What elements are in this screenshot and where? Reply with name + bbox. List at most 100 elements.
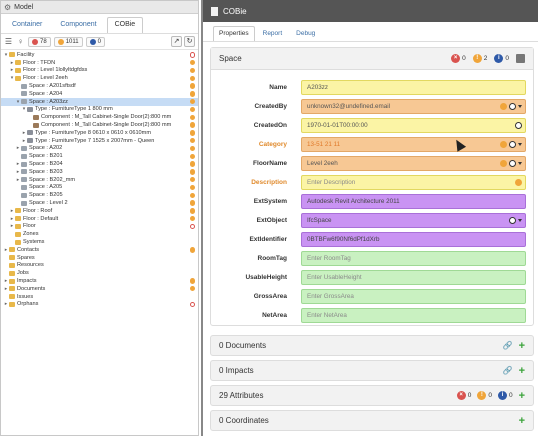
chevron-down-icon[interactable] (518, 142, 522, 146)
tab-properties[interactable]: Properties (213, 26, 255, 41)
coordinates-section[interactable]: 0 Coordinates + (210, 410, 534, 431)
tree-item-label: Floor : Level 1lollyltdgfdss (23, 67, 88, 74)
tab-report[interactable]: Report (257, 26, 289, 41)
lookup-icon[interactable] (509, 159, 516, 167)
tree-item[interactable]: ▸ Floor (1, 223, 198, 231)
field-input[interactable]: Enter UsableHeight (301, 269, 526, 285)
tree-item[interactable]: Systems (1, 238, 198, 246)
add-impact-button[interactable]: + (519, 365, 525, 376)
link-icon[interactable]: 🔗 (503, 366, 513, 375)
tree-item[interactable]: Space : Level 2 (1, 199, 198, 207)
tree-item[interactable]: ▸ Floor : Roof (1, 207, 198, 215)
tree-item[interactable]: ▾ Type : FurnitureType 1 800 mm (1, 106, 198, 114)
attributes-warning-badge: ! 0 (477, 391, 492, 400)
tree-item[interactable]: Resources (1, 262, 198, 270)
add-attribute-button[interactable]: + (519, 390, 525, 401)
tree-item[interactable]: Jobs (1, 269, 198, 277)
warning-filter[interactable]: 1011 (53, 36, 83, 47)
tree-item[interactable]: Component : M_Tall Cabinet-Single Door(2… (1, 121, 198, 129)
tab-cobie[interactable]: COBie (106, 17, 144, 33)
share-button[interactable]: ↗ (171, 36, 182, 47)
field-input[interactable]: IfcSpace (301, 212, 526, 228)
tree-item[interactable]: ▸ Documents (1, 285, 198, 293)
tree-item[interactable]: ▸ Impacts (1, 277, 198, 285)
documents-label: 0 Documents (219, 341, 267, 350)
field-input[interactable]: 1970-01-01T00:00:00 (301, 117, 526, 133)
field-input[interactable]: Enter Description (301, 174, 526, 190)
folder-icon (9, 286, 15, 292)
field-row: GrossArea Enter GrossArea (211, 287, 535, 305)
tree-item[interactable]: ▸ Type : FurnitureType 8 0610 x 0610 x 06… (1, 129, 198, 137)
impacts-section[interactable]: 0 Impacts 🔗 + (210, 360, 534, 381)
add-document-button[interactable]: + (519, 340, 525, 351)
field-input[interactable]: 0BTBFw6f90Nf6dPf1dXrb (301, 231, 526, 247)
type-icon (27, 138, 33, 144)
field-input[interactable]: unknown32@undefined.email (301, 98, 526, 114)
tree-item[interactable]: Space : B201 (1, 152, 198, 160)
tree-item[interactable]: Component : M_Tall Cabinet-Single Door(2… (1, 113, 198, 121)
link-icon[interactable]: 🔗 (503, 341, 513, 350)
chevron-down-icon[interactable] (518, 161, 522, 165)
tree-item[interactable]: Spares (1, 254, 198, 262)
tree-item[interactable]: Space : A201sftsdf (1, 82, 198, 90)
tree-item[interactable]: ▸ Space : B203 (1, 168, 198, 176)
tree-item[interactable]: ▸ Floor : Default (1, 215, 198, 223)
lookup-icon[interactable] (515, 121, 522, 129)
tree-item[interactable]: ▸ Floor : TFDN (1, 59, 198, 67)
warning-icon (189, 153, 195, 159)
tree-item[interactable]: ▾ Facility (1, 51, 198, 59)
space-card-header[interactable]: Space × 0 ! 2 i 0 (211, 48, 533, 70)
field-input[interactable]: A203zz (301, 79, 526, 95)
tree-item[interactable]: ▸ Space : B204 (1, 160, 198, 168)
field-input[interactable]: Enter RoomTag (301, 250, 526, 266)
info-filter[interactable]: 0 (85, 36, 105, 47)
tab-component[interactable]: Component (52, 17, 104, 33)
field-label: RoomTag (257, 254, 288, 262)
warning-icon (189, 169, 195, 175)
tree-item-label: Space : A204 (29, 90, 63, 97)
tree-item[interactable]: ▸ Type : FurnitureType 7 1525 x 2007mm - … (1, 137, 198, 145)
field-input[interactable]: Autodesk Revit Architecture 2011 (301, 193, 526, 209)
add-coordinate-button[interactable]: + (519, 415, 525, 426)
tree-item[interactable]: ▸ Contacts (1, 246, 198, 254)
tree-item-label: Space : A202 (29, 145, 63, 152)
field-input[interactable]: Enter GrossArea (301, 288, 526, 304)
tree-item[interactable]: ▸ Floor : Level 1lollyltdgfdss (1, 67, 198, 75)
error-filter[interactable]: 78 (28, 36, 51, 47)
space-warning-badge: ! 2 (472, 54, 487, 63)
tree-item[interactable]: Space : A204 (1, 90, 198, 98)
field-row: ExtObject IfcSpace (211, 211, 535, 229)
lookup-icon[interactable] (509, 102, 516, 110)
tree-item[interactable]: ▾ Floor : Level 2eeh (1, 74, 198, 82)
tree-item[interactable]: Zones (1, 230, 198, 238)
field-label: Name (269, 83, 287, 91)
tab-debug[interactable]: Debug (290, 26, 321, 41)
field-input[interactable]: 13-51 21 11 (301, 136, 526, 152)
tab-container[interactable]: Container (4, 17, 50, 33)
tree-item-label: Resources (17, 262, 44, 269)
field-row: ExtSystem Autodesk Revit Architecture 201… (211, 192, 535, 210)
chevron-down-icon[interactable] (518, 218, 522, 222)
tree-item[interactable]: Space : A205 (1, 184, 198, 192)
tree-item[interactable]: ▸ Space : B202_mm (1, 176, 198, 184)
tree-item-label: Component : M_Tall Cabinet-Single Door(2… (41, 122, 172, 129)
lookup-icon[interactable] (509, 216, 516, 224)
tree-item[interactable]: ▾ Space : A203zz (1, 97, 198, 106)
bulb-icon[interactable]: ♀ (16, 37, 25, 46)
attributes-section[interactable]: 29 Attributes × 0 ! 0 i 0 + (210, 385, 534, 406)
gear-icon[interactable]: ⚙ (4, 3, 11, 12)
list-icon[interactable]: ☰ (4, 37, 13, 46)
documents-section[interactable]: 0 Documents 🔗 + (210, 335, 534, 356)
tree-item-label: Space : B201 (29, 153, 63, 160)
tree-item[interactable]: Issues (1, 293, 198, 301)
tree-item[interactable]: ▸ Orphans (1, 301, 198, 309)
field-input[interactable]: Enter NetArea (301, 307, 526, 323)
tree-item[interactable]: Space : B205 (1, 191, 198, 199)
comp-icon (33, 114, 39, 120)
field-input[interactable]: Level 2eeh (301, 155, 526, 171)
save-icon[interactable] (516, 54, 525, 63)
refresh-button[interactable]: ↻ (184, 36, 195, 47)
tree-item[interactable]: ▸ Space : A202 (1, 145, 198, 153)
lookup-icon[interactable] (509, 140, 516, 148)
chevron-down-icon[interactable] (518, 104, 522, 108)
